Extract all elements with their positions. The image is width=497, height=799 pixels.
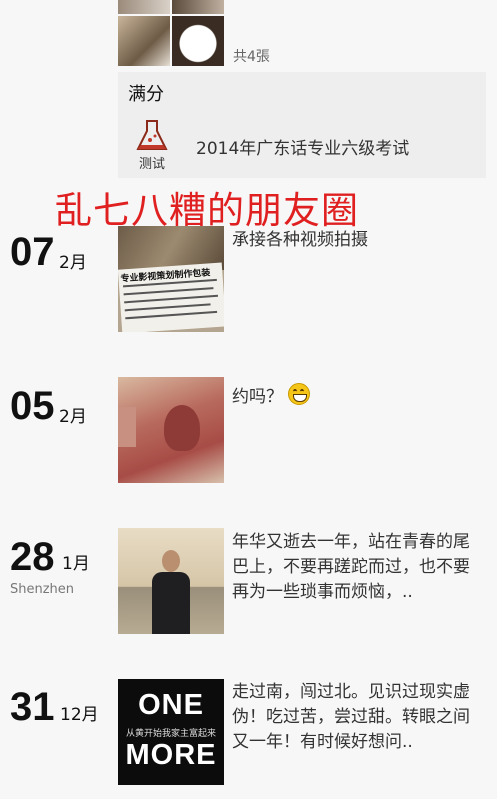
- sign-board: 专业影视策划制作包装: [118, 262, 224, 332]
- test-tile: 测试: [124, 116, 180, 172]
- post-month: 2月: [59, 253, 87, 273]
- top-thumb-3[interactable]: [118, 16, 170, 66]
- photo-count: 共4張: [233, 49, 270, 65]
- post-text-content: 约吗？: [232, 387, 283, 407]
- one-more-line2: MORE: [125, 739, 217, 771]
- test-tile-label: 测试: [138, 157, 165, 172]
- post-image[interactable]: ONE 从黄开始我家主富起来 MORE: [118, 679, 224, 785]
- post-day: 05: [10, 384, 55, 428]
- post-image[interactable]: [118, 528, 224, 634]
- share-card-text: 2014年广东话专业六级考试: [196, 139, 410, 159]
- person-body: [152, 572, 190, 634]
- post-text: 约吗？: [232, 383, 482, 410]
- top-post-date-partial: [12, 0, 23, 16]
- post-image[interactable]: [118, 377, 224, 483]
- post-text: 年华又逝去一年，站在青春的尾巴上，不要再蹉跎而过，也不要再为一些琐事而烦恼，..: [232, 532, 470, 602]
- post-month: 1月: [62, 554, 90, 574]
- post-image[interactable]: 专业影视策划制作包装: [118, 226, 224, 332]
- person-head: [162, 550, 180, 572]
- one-more-sub: 从黄开始我家主富起来: [125, 729, 216, 739]
- grin-emoji-icon: [288, 383, 311, 405]
- share-card-title: 满分: [128, 84, 164, 105]
- post-day: 31: [10, 685, 55, 729]
- top-thumb-4[interactable]: [172, 16, 224, 66]
- share-card[interactable]: 满分 测试 2014年广东话专业六级考试: [118, 72, 486, 178]
- one-more-line1: ONE: [138, 689, 204, 721]
- post-month: 12月: [60, 705, 99, 725]
- post-day: 28: [10, 535, 55, 579]
- post-text: 走过南，闯过北。见识过现实虚伪！吃过苦，尝过甜。转眼之间又一年！有时候好想问..: [232, 682, 470, 752]
- banknote-portrait: [164, 405, 200, 451]
- post-month: 2月: [59, 407, 87, 427]
- post-location: Shenzhen: [10, 582, 75, 597]
- post-text: 承接各种视频拍摄: [232, 230, 368, 250]
- flask-icon: [136, 120, 168, 150]
- top-thumb-1[interactable]: [118, 0, 170, 14]
- post-day: 07: [10, 230, 55, 274]
- top-thumb-2[interactable]: [172, 0, 224, 14]
